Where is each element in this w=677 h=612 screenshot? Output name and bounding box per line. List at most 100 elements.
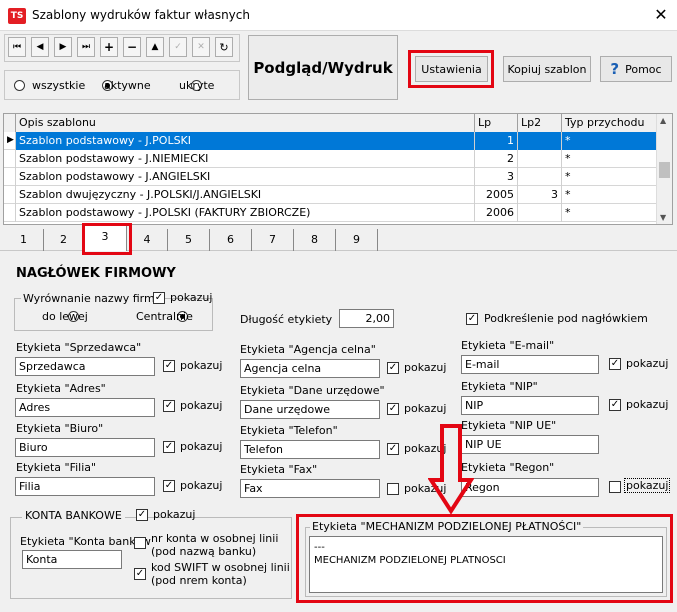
tab-5[interactable]: 5 <box>168 229 210 251</box>
cell-income-type[interactable]: * <box>562 204 657 222</box>
email-show-label: pokazuj <box>626 357 669 370</box>
table-row[interactable]: Szablon podstawowy - J.NIEMIECKI 2 * <box>4 150 657 168</box>
cell-lp[interactable]: 2 <box>475 150 518 168</box>
telefon-input[interactable]: Telefon <box>240 440 380 459</box>
scroll-up-icon[interactable]: ▲ <box>660 116 666 125</box>
cell-description[interactable]: Szablon podstawowy - J.POLSKI <box>16 132 475 150</box>
filia-label: Etykieta "Filia" <box>16 461 97 474</box>
grid-header-income-type[interactable]: Typ przychodu <box>562 114 657 132</box>
biuro-show-label: pokazuj <box>180 440 223 453</box>
biuro-input[interactable]: Biuro <box>15 438 155 457</box>
table-row[interactable]: Szablon podstawowy - J.ANGIELSKI 3 * <box>4 168 657 186</box>
post-record-icon[interactable]: ✓ <box>169 37 187 57</box>
cell-lp2[interactable] <box>518 168 562 186</box>
close-window-button[interactable]: ✕ <box>648 4 674 26</box>
bank-swift-line-1: kod SWIFT w osobnej linii <box>151 561 290 574</box>
cell-description[interactable]: Szablon podstawowy - J.ANGIELSKI <box>16 168 475 186</box>
cell-income-type[interactable]: * <box>562 150 657 168</box>
biuro-show-checkbox[interactable]: ✓ <box>163 441 175 453</box>
fax-show-checkbox[interactable] <box>387 483 399 495</box>
nip-show-checkbox[interactable]: ✓ <box>609 399 621 411</box>
cancel-record-icon[interactable]: ✕ <box>192 37 210 57</box>
grid-header-lp2[interactable]: Lp2 <box>518 114 562 132</box>
cell-lp[interactable]: 1 <box>475 132 518 150</box>
agencja-show-checkbox[interactable]: ✓ <box>387 362 399 374</box>
copy-template-button[interactable]: Kopiuj szablon <box>503 56 591 82</box>
tab-6[interactable]: 6 <box>210 229 252 251</box>
sprzedawca-input[interactable]: Sprzedawca <box>15 357 155 376</box>
adres-show-checkbox[interactable]: ✓ <box>163 400 175 412</box>
align-center-label: Centralnie <box>136 310 193 323</box>
help-button[interactable]: ? Pomoc <box>600 56 672 82</box>
add-record-icon[interactable]: + <box>100 37 118 57</box>
cell-lp[interactable]: 2005 <box>475 186 518 204</box>
bank-swift-line-checkbox[interactable]: ✓ <box>134 568 146 580</box>
red-arrow-icon <box>428 424 474 514</box>
label-length-label: Długość etykiety <box>240 313 333 326</box>
grid-scrollbar[interactable]: ▲ ▼ <box>656 114 672 224</box>
bank-number-line-checkbox[interactable] <box>134 537 146 549</box>
grid-header-description[interactable]: Opis szablonu <box>16 114 475 132</box>
scroll-down-icon[interactable]: ▼ <box>660 213 666 222</box>
refresh-icon[interactable]: ↻ <box>215 37 233 57</box>
last-record-icon[interactable]: ⏭ <box>77 37 95 57</box>
cell-description[interactable]: Szablon podstawowy - J.NIEMIECKI <box>16 150 475 168</box>
telefon-show-checkbox[interactable]: ✓ <box>387 443 399 455</box>
nip-input[interactable]: NIP <box>461 396 599 415</box>
table-row[interactable]: Szablon dwujęzyczny - J.POLSKI/J.ANGIELS… <box>4 186 657 204</box>
tab-4[interactable]: 4 <box>127 229 168 251</box>
grid-header: Opis szablonu Lp Lp2 Typ przychodu <box>4 114 657 132</box>
tab-8[interactable]: 8 <box>294 229 336 251</box>
cell-income-type[interactable]: * <box>562 186 657 204</box>
sprzedawca-show-checkbox[interactable]: ✓ <box>163 360 175 372</box>
filia-show-checkbox[interactable]: ✓ <box>163 480 175 492</box>
dane-input[interactable]: Dane urzędowe <box>240 400 380 419</box>
tab-1[interactable]: 1 <box>4 229 44 251</box>
cell-lp[interactable]: 2006 <box>475 204 518 222</box>
cell-lp[interactable]: 3 <box>475 168 518 186</box>
email-show-checkbox[interactable]: ✓ <box>609 358 621 370</box>
cell-income-type[interactable]: * <box>562 132 657 150</box>
tab-2[interactable]: 2 <box>44 229 84 251</box>
cell-description[interactable]: Szablon dwujęzyczny - J.POLSKI/J.ANGIELS… <box>16 186 475 204</box>
cell-income-type[interactable]: * <box>562 168 657 186</box>
regon-input[interactable]: Regon <box>461 478 599 497</box>
dane-label: Etykieta "Dane urzędowe" <box>240 384 385 397</box>
filter-all-radio[interactable] <box>14 80 25 91</box>
regon-show-label: pokazuj <box>624 478 671 493</box>
bank-field-input[interactable]: Konta <box>22 550 122 569</box>
settings-button[interactable]: Ustawienia <box>415 56 488 82</box>
edit-record-icon[interactable]: ▲ <box>146 37 164 57</box>
bank-show-checkbox[interactable]: ✓ <box>136 509 148 521</box>
label-length-input[interactable]: 2,00 <box>339 309 394 328</box>
table-row[interactable]: ▶ Szablon podstawowy - J.POLSKI 1 * <box>4 132 657 150</box>
preview-print-button[interactable]: Podgląd/Wydruk <box>248 35 398 100</box>
next-record-icon[interactable]: ▶ <box>54 37 72 57</box>
mechanism-textarea[interactable]: --- MECHANIZM PODZIELONEJ PLATNOSCI <box>309 536 663 593</box>
dane-show-checkbox[interactable]: ✓ <box>387 403 399 415</box>
filter-hidden-label: ukryte <box>179 79 215 92</box>
cell-lp2[interactable] <box>518 204 562 222</box>
regon-show-checkbox[interactable] <box>609 481 621 493</box>
nipue-input[interactable]: NIP UE <box>461 435 599 454</box>
table-row[interactable]: Szablon podstawowy - J.POLSKI (FAKTURY Z… <box>4 204 657 222</box>
underline-checkbox[interactable]: ✓ <box>466 313 478 325</box>
grid-header-lp[interactable]: Lp <box>475 114 518 132</box>
tab-9[interactable]: 9 <box>336 229 378 251</box>
adres-input[interactable]: Adres <box>15 398 155 417</box>
delete-record-icon[interactable]: − <box>123 37 141 57</box>
sprzedawca-show-label: pokazuj <box>180 359 223 372</box>
tab-7[interactable]: 7 <box>252 229 294 251</box>
cell-lp2[interactable] <box>518 132 562 150</box>
align-show-checkbox[interactable]: ✓ <box>153 292 165 304</box>
fax-input[interactable]: Fax <box>240 479 380 498</box>
agencja-input[interactable]: Agencja celna <box>240 359 380 378</box>
email-input[interactable]: E-mail <box>461 355 599 374</box>
cell-description[interactable]: Szablon podstawowy - J.POLSKI (FAKTURY Z… <box>16 204 475 222</box>
cell-lp2[interactable] <box>518 150 562 168</box>
filia-input[interactable]: Filia <box>15 477 155 496</box>
cell-lp2[interactable]: 3 <box>518 186 562 204</box>
prev-record-icon[interactable]: ◀ <box>31 37 49 57</box>
scroll-thumb[interactable] <box>659 162 670 178</box>
first-record-icon[interactable]: ⏮ <box>8 37 26 57</box>
